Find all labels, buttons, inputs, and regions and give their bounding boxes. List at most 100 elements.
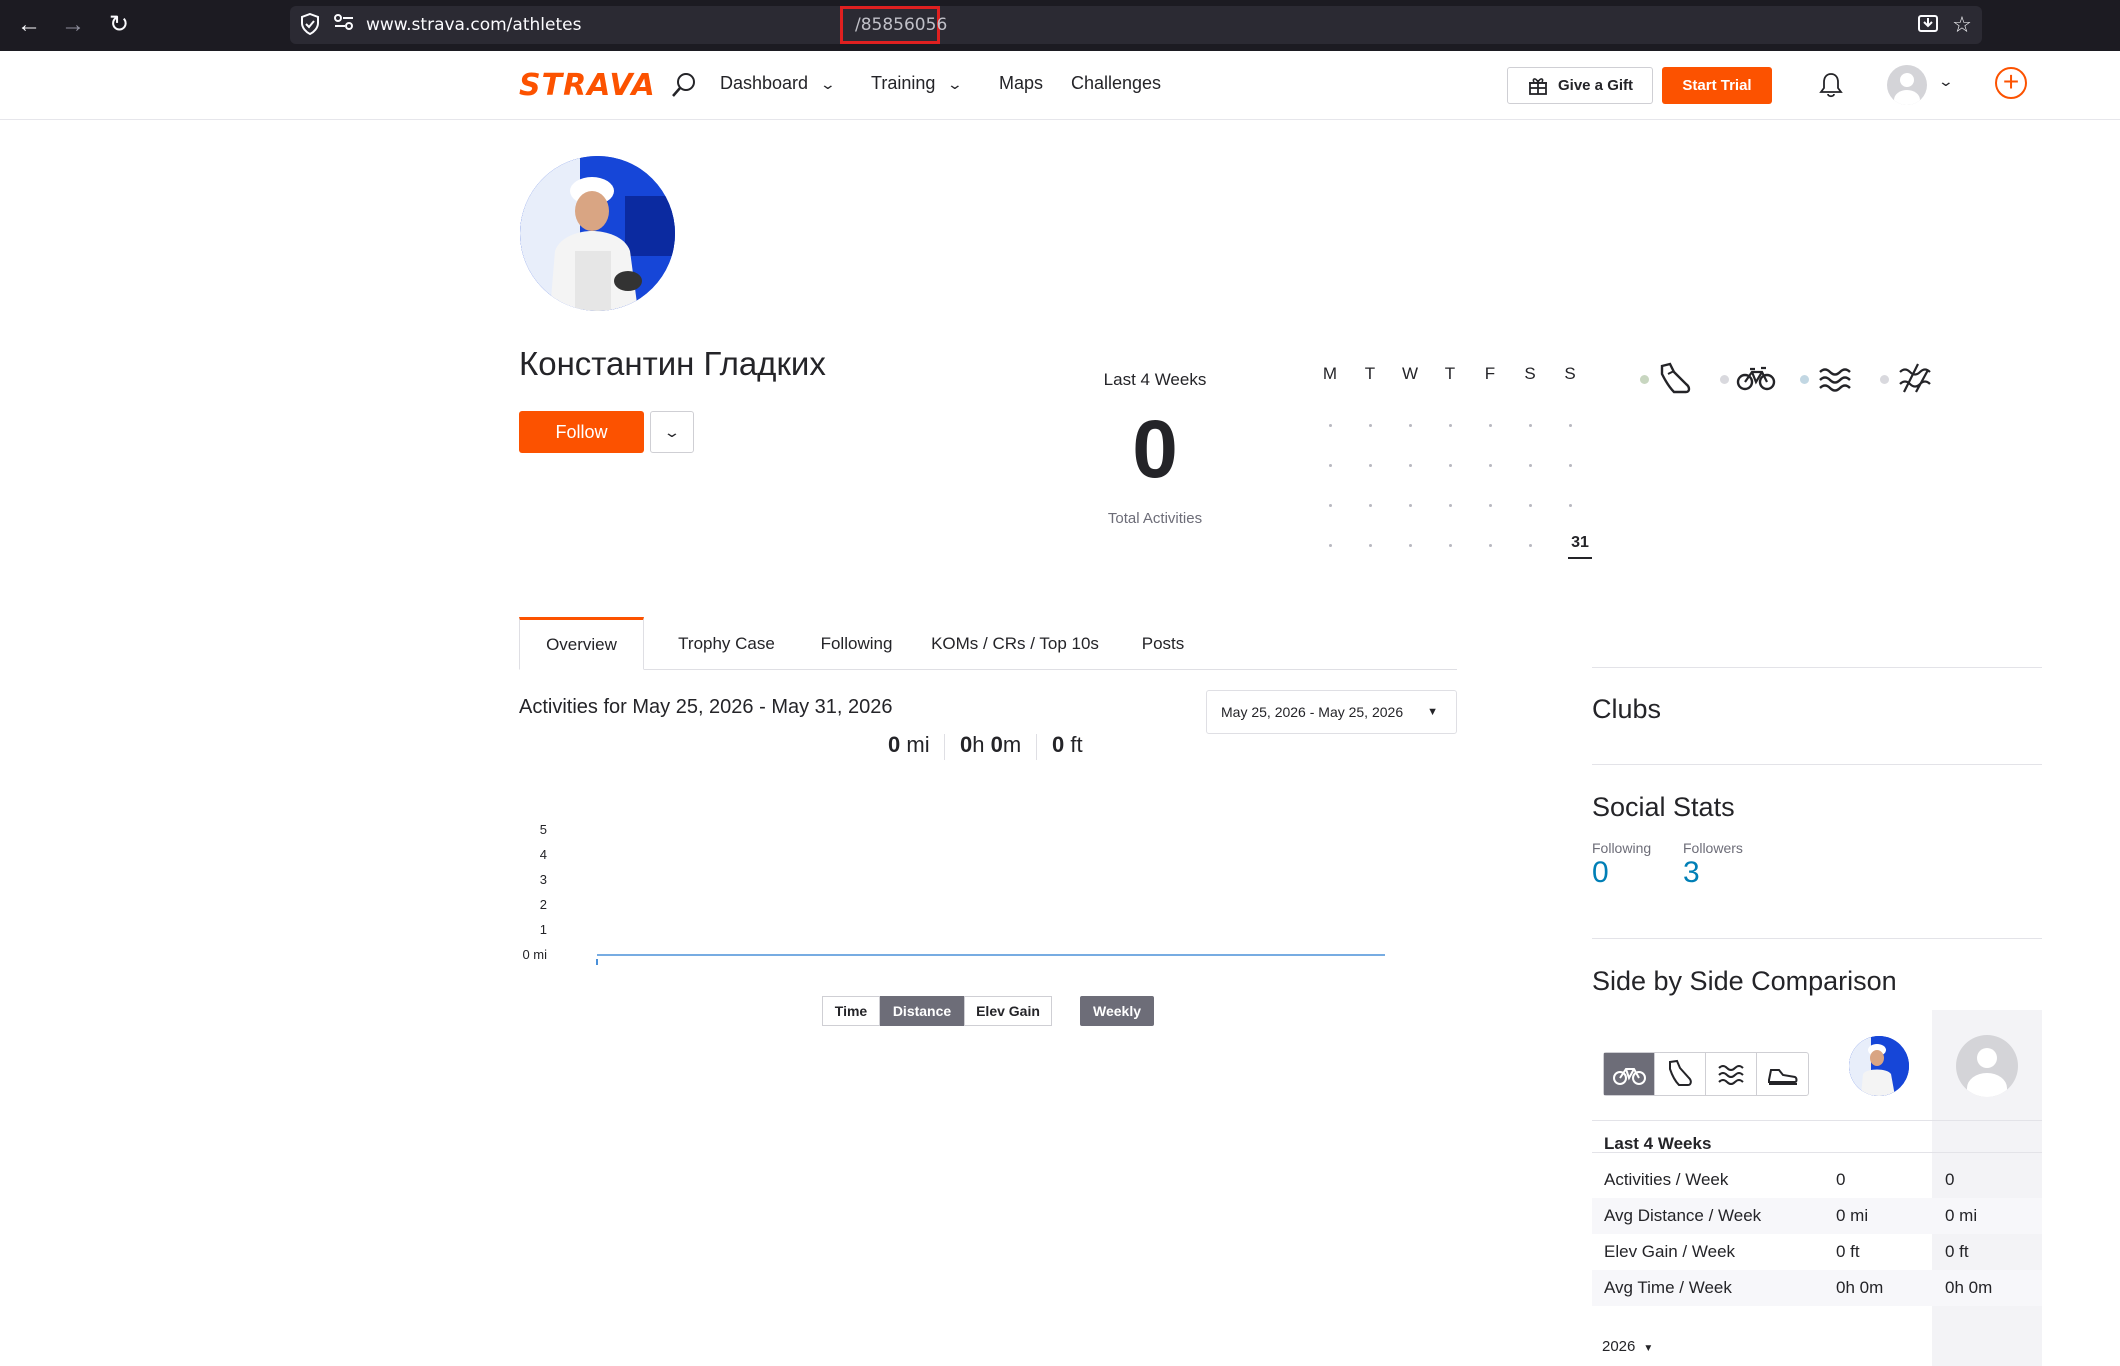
- time-toggle[interactable]: Time: [822, 996, 880, 1026]
- year-select[interactable]: 2026 ▼: [1602, 1338, 1653, 1355]
- sport-filter-icons: [1630, 360, 1950, 400]
- calendar-day-dot: [1489, 464, 1492, 467]
- comparison-row: Avg Distance / Week 0 mi 0 mi: [1592, 1198, 2042, 1234]
- start-trial-button[interactable]: Start Trial: [1662, 67, 1772, 104]
- calendar-day-dot: [1369, 464, 1372, 467]
- follow-button[interactable]: Follow: [519, 411, 644, 453]
- back-icon[interactable]: ←: [14, 10, 44, 40]
- followers-label: Followers: [1683, 840, 1743, 856]
- row-label: Activities / Week: [1604, 1170, 1729, 1189]
- calendar-day-dot: [1329, 464, 1332, 467]
- sport-dot: [1720, 375, 1729, 384]
- sport-dot: [1880, 375, 1889, 384]
- add-activity-button[interactable]: +: [1995, 67, 2027, 99]
- gift-icon: [1529, 78, 1547, 95]
- sport-dot: [1800, 375, 1809, 384]
- athlete-photo: [520, 156, 675, 311]
- swim-icon: [1718, 1065, 1744, 1085]
- chevron-down-icon[interactable]: ⌄: [1938, 73, 1954, 90]
- bike-icon: [1613, 1068, 1646, 1085]
- calendar-day-header: F: [1484, 364, 1496, 383]
- shoe-icon: [1768, 1069, 1798, 1085]
- save-page-icon[interactable]: [1916, 13, 1940, 37]
- viewer-value: 0 ft: [1945, 1242, 1969, 1261]
- activities-title: Activities for May 25, 2026 - May 31, 20…: [519, 696, 893, 718]
- reload-icon[interactable]: ↻: [104, 10, 134, 40]
- sport-dot: [1640, 375, 1649, 384]
- bell-icon[interactable]: [1818, 71, 1844, 99]
- viewer-value: 0 mi: [1945, 1206, 1978, 1225]
- elev-gain-toggle[interactable]: Elev Gain: [964, 996, 1052, 1026]
- nav-dashboard[interactable]: Dashboard ⌄: [720, 73, 836, 94]
- nav-challenges[interactable]: Challenges: [1071, 73, 1161, 94]
- swim-option[interactable]: [1706, 1053, 1757, 1095]
- viewer-value: 0: [1945, 1170, 1955, 1189]
- give-gift-button[interactable]: Give a Gift: [1507, 67, 1653, 104]
- tab-posts[interactable]: Posts: [1128, 617, 1198, 670]
- site-header: STRAVA Dashboard ⌄ Training ⌄ Maps Challen…: [0, 51, 2120, 120]
- athlete-avatar: [520, 156, 675, 311]
- tab-overview[interactable]: Overview: [519, 617, 644, 670]
- followers-count[interactable]: 3: [1683, 856, 1700, 890]
- calendar-day-dot: [1529, 544, 1532, 547]
- address-bar[interactable]: www.strava.com/athletes /85856056 ☆: [290, 6, 1982, 44]
- profile-tabs: Overview Trophy Case Following KOMs / CR…: [519, 617, 1457, 670]
- triathlon-icon[interactable]: [1896, 360, 1936, 396]
- calendar-day-dot: [1329, 424, 1332, 427]
- tab-following[interactable]: Following: [809, 617, 904, 670]
- total-elevation: 0 ft: [1052, 732, 1083, 757]
- tab-trophy-case[interactable]: Trophy Case: [664, 617, 789, 670]
- calendar-day-dot: [1529, 424, 1532, 427]
- activity-calendar: M T W T F S S 31: [1320, 360, 1600, 570]
- following-count[interactable]: 0: [1592, 856, 1609, 890]
- calendar-day-dot: [1569, 464, 1572, 467]
- run-option[interactable]: [1655, 1053, 1706, 1095]
- comparison-title: Side by Side Comparison: [1592, 966, 1897, 996]
- clubs-title: Clubs: [1592, 694, 1662, 724]
- weekly-toggle[interactable]: Weekly: [1080, 996, 1154, 1026]
- total-distance: 0 mi: [888, 732, 930, 757]
- user-avatar[interactable]: [1887, 65, 1927, 105]
- calendar-day-dot: [1529, 464, 1532, 467]
- nav-training[interactable]: Training ⌄: [871, 73, 963, 94]
- following-label: Following: [1592, 840, 1652, 856]
- distance-toggle[interactable]: Distance: [880, 996, 964, 1026]
- strava-logo[interactable]: STRAVA: [519, 68, 656, 103]
- comparison-row: Avg Time / Week 0h 0m 0h 0m: [1592, 1270, 2042, 1306]
- calendar-day-header: T: [1444, 364, 1456, 383]
- calendar-day-dot: [1329, 544, 1332, 547]
- comparison-row: Activities / Week 0 0: [1592, 1162, 2042, 1198]
- caret-down-icon: ▼: [1427, 706, 1438, 718]
- y-tick-label: 3: [540, 872, 547, 887]
- bike-option[interactable]: [1604, 1053, 1655, 1095]
- bookmark-star-icon[interactable]: ☆: [1950, 13, 1974, 37]
- follow-options-button[interactable]: ⌄: [650, 411, 694, 453]
- athlete-value: 0 ft: [1836, 1242, 1860, 1261]
- swim-icon[interactable]: [1816, 360, 1856, 396]
- divider: [1592, 667, 2042, 668]
- calendar-today[interactable]: 31: [1568, 534, 1592, 559]
- athlete-value: 0: [1836, 1170, 1846, 1189]
- shield-icon[interactable]: [298, 12, 322, 37]
- date-range-select[interactable]: May 25, 2026 - May 25, 2026 ▼: [1206, 690, 1457, 734]
- y-tick-label: 1: [540, 922, 547, 937]
- browser-toolbar: ← → ↻ www.strava.com/athletes /85856056 …: [0, 0, 2120, 51]
- y-tick-label: 2: [540, 897, 547, 912]
- permissions-icon[interactable]: [332, 13, 356, 37]
- forward-icon[interactable]: →: [58, 10, 88, 40]
- bike-icon[interactable]: [1736, 360, 1776, 396]
- calendar-day-dot: [1449, 464, 1452, 467]
- calendar-day-header: M: [1322, 364, 1338, 383]
- other-sport-option[interactable]: [1757, 1053, 1808, 1095]
- nav-maps[interactable]: Maps: [999, 73, 1043, 94]
- run-shoe-icon[interactable]: [1656, 360, 1696, 396]
- social-stats-title: Social Stats: [1592, 792, 1735, 822]
- row-label: Avg Distance / Week: [1604, 1206, 1762, 1225]
- calendar-day-dot: [1329, 504, 1332, 507]
- tab-koms[interactable]: KOMs / CRs / Top 10s: [925, 617, 1105, 670]
- calendar-day-header: S: [1524, 364, 1536, 383]
- search-icon[interactable]: [670, 71, 698, 99]
- athlete-compare-avatar: [1849, 1036, 1909, 1096]
- y-tick-label: 4: [540, 847, 547, 862]
- calendar-day-dot: [1449, 504, 1452, 507]
